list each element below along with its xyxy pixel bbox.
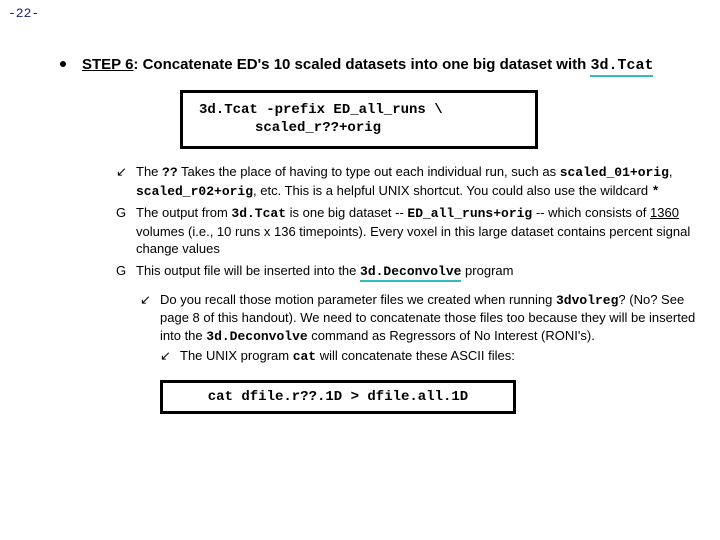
bullet-disc-icon [60, 61, 66, 67]
t: The [136, 164, 162, 179]
step-title-text: : Concatenate ED's 10 scaled datasets in… [133, 56, 590, 73]
code-block-1: 3d.Tcat -prefix ED_all_runs \ scaled_r??… [180, 90, 538, 150]
sub-bullets-1: ↙ The ?? Takes the place of having to ty… [116, 163, 696, 280]
sub-text-recall: Do you recall those motion parameter fil… [160, 291, 696, 370]
t: , etc. This is a helpful UNIX shortcut. … [253, 183, 652, 198]
t: will concatenate these ASCII files: [316, 348, 515, 363]
step-label: STEP 6 [82, 56, 133, 73]
slide-content: STEP 6: Concatenate ED's 10 scaled datas… [60, 55, 696, 414]
sub-text-output: The output from 3d.Tcat is one big datas… [136, 204, 696, 258]
code-line-2: scaled_r??+orig [199, 119, 519, 138]
arrow-compass-icon: G [116, 262, 136, 280]
tool-3dtcat: 3d.Tcat [231, 206, 286, 221]
t: is one big dataset -- [286, 205, 407, 220]
code-block-2: cat dfile.r??.1D > dfile.all.1D [160, 380, 516, 414]
t: The output from [136, 205, 231, 220]
tool-cat: cat [293, 349, 316, 364]
t: program [461, 263, 513, 278]
tool-3ddeconvolve-2: 3d.Deconvolve [206, 329, 307, 344]
code-line-1: 3d.Tcat -prefix ED_all_runs \ [199, 101, 519, 120]
arrow-down-left-icon: ↙ [140, 291, 160, 309]
tool-3dvolreg: 3dvolreg [556, 293, 618, 308]
volume-count: 1360 [650, 205, 679, 220]
sub-item-cat: ↙ The UNIX program cat will concatenate … [160, 347, 696, 366]
arrow-down-left-icon: ↙ [160, 347, 180, 365]
t: Do you recall those motion parameter fil… [160, 292, 556, 307]
sub-item-recall: ↙ Do you recall those motion parameter f… [140, 291, 696, 370]
t: command as Regressors of No Interest (RO… [308, 328, 595, 343]
sub-item-output: G The output from 3d.Tcat is one big dat… [116, 204, 696, 258]
t: The UNIX program [180, 348, 293, 363]
tool-3ddeconvolve: 3d.Deconvolve [360, 264, 461, 282]
t: , [669, 164, 673, 179]
t: This output file will be inserted into t… [136, 263, 360, 278]
sub-bullets-2: ↙ Do you recall those motion parameter f… [140, 291, 696, 370]
wildcard-qq: ?? [162, 165, 178, 180]
arrow-compass-icon: G [116, 204, 136, 222]
t: -- which consists of [532, 205, 650, 220]
sub-text-cat: The UNIX program cat will concatenate th… [180, 347, 696, 366]
sub-item-insert: G This output file will be inserted into… [116, 262, 696, 281]
arrow-down-left-icon: ↙ [116, 163, 136, 181]
step-heading: STEP 6: Concatenate ED's 10 scaled datas… [82, 55, 653, 76]
t: volumes (i.e., 10 runs x 136 timepoints)… [136, 224, 690, 257]
example-file-1: scaled_01+orig [560, 165, 669, 180]
example-file-2: scaled_r02+orig [136, 184, 253, 199]
sub-text-wildcard: The ?? Takes the place of having to type… [136, 163, 696, 200]
sub-item-wildcard: ↙ The ?? Takes the place of having to ty… [116, 163, 696, 200]
t: Takes the place of having to type out ea… [178, 164, 560, 179]
page-number: -22- [8, 6, 39, 21]
step-tool-name: 3d.Tcat [590, 57, 653, 77]
wildcard-star: * [652, 184, 660, 199]
sub-text-insert: This output file will be inserted into t… [136, 262, 696, 281]
step-heading-row: STEP 6: Concatenate ED's 10 scaled datas… [60, 55, 696, 76]
output-dataset: ED_all_runs+orig [407, 206, 532, 221]
